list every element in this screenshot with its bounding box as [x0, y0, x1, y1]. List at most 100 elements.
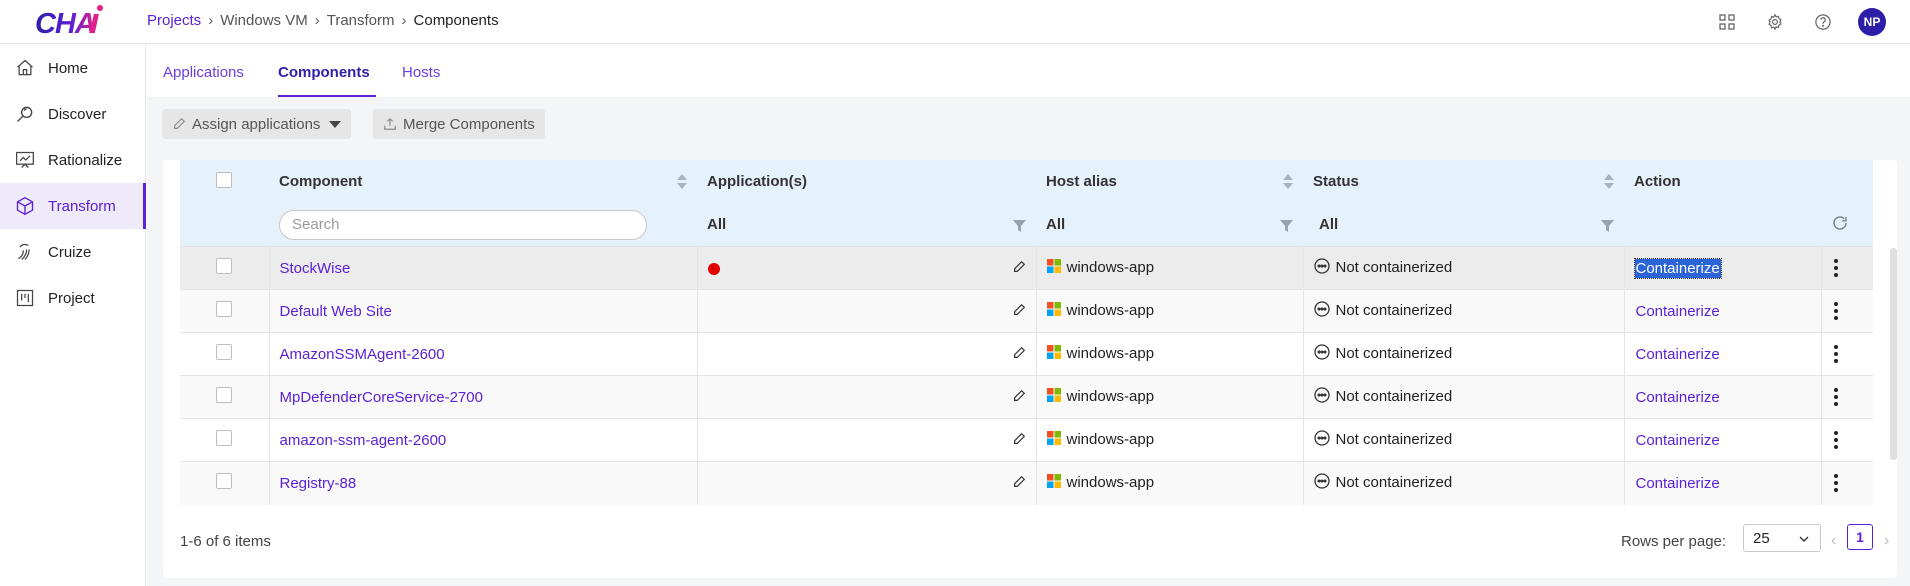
header-status[interactable]: Status [1303, 160, 1624, 203]
transform-icon [14, 195, 36, 217]
containerize-link[interactable]: Containerize [1635, 345, 1721, 364]
refresh-icon[interactable] [1831, 215, 1849, 236]
kebab-menu-icon[interactable] [1833, 302, 1838, 320]
component-cell: MpDefenderCoreService-2700 [269, 375, 698, 419]
table-row[interactable]: Default Web Site windows-app Not container… [180, 289, 1873, 333]
action-cell: Containerize [1624, 332, 1822, 376]
containerize-link[interactable]: Containerize [1635, 302, 1721, 321]
sidebar-item-rationalize[interactable]: Rationalize [0, 137, 145, 183]
table-row[interactable]: Registry-88 windows-app Not containerized C… [180, 461, 1873, 505]
applications-cell [697, 332, 1037, 376]
edit-pencil-icon[interactable] [1012, 346, 1026, 364]
chevron-right-icon: › [208, 12, 214, 29]
status-ellipsis-icon [1313, 430, 1330, 450]
kebab-menu-icon[interactable] [1833, 388, 1838, 406]
caret-down-icon [329, 120, 342, 128]
help-icon[interactable] [1810, 9, 1836, 35]
row-checkbox[interactable] [216, 430, 232, 446]
component-link[interactable]: Registry-88 [280, 475, 357, 492]
edit-pencil-icon[interactable] [1012, 475, 1026, 493]
kebab-menu-icon[interactable] [1833, 259, 1838, 277]
merge-components-button[interactable]: Merge Components [373, 109, 545, 139]
breadcrumb-projects[interactable]: Projects [147, 12, 201, 29]
breadcrumb-project-name[interactable]: Windows VM [220, 12, 308, 29]
sidebar-item-discover[interactable]: Discover [0, 91, 145, 137]
status-cell: Not containerized [1303, 461, 1625, 505]
kebab-menu-icon[interactable] [1833, 345, 1838, 363]
edit-pencil-icon[interactable] [1012, 303, 1026, 321]
breadcrumb-transform[interactable]: Transform [327, 12, 395, 29]
user-avatar[interactable]: NP [1858, 8, 1886, 36]
chai-logo[interactable]: CHA [34, 4, 106, 40]
row-menu-cell [1821, 332, 1873, 376]
containerize-link[interactable]: Containerize [1635, 474, 1721, 493]
sidebar-item-transform[interactable]: Transform [0, 183, 146, 229]
filter-host-alias-value: All [1046, 216, 1066, 233]
host-alias-value: windows-app [1066, 474, 1155, 492]
tab-hosts[interactable]: Hosts [402, 64, 440, 81]
sort-icon[interactable] [1604, 174, 1614, 190]
tab-applications[interactable]: Applications [163, 64, 244, 81]
edit-pencil-icon[interactable] [1012, 260, 1026, 278]
filter-status-cell[interactable]: All [1303, 203, 1624, 246]
containerize-link[interactable]: Containerize [1635, 431, 1721, 450]
next-page-icon[interactable]: › [1884, 532, 1889, 550]
row-checkbox[interactable] [216, 473, 232, 490]
component-cell: StockWise [269, 246, 698, 290]
filter-icon[interactable] [1013, 219, 1026, 236]
filter-host-alias-cell[interactable]: All [1036, 203, 1303, 246]
main-content: Applications Components Hosts Assign app… [147, 45, 1910, 586]
tab-components[interactable]: Components [278, 64, 370, 81]
header-applications-label: Application(s) [707, 173, 807, 190]
apps-grid-icon[interactable] [1714, 9, 1740, 35]
row-checkbox[interactable] [216, 344, 232, 360]
header-component[interactable]: Component [269, 160, 697, 203]
sort-icon[interactable] [677, 174, 687, 190]
component-link[interactable]: StockWise [280, 260, 351, 277]
component-cell: Default Web Site [269, 289, 698, 333]
header-status-label: Status [1313, 173, 1359, 190]
table-row[interactable]: MpDefenderCoreService-2700 windows-app Not… [180, 375, 1873, 419]
rationalize-icon [14, 149, 36, 171]
component-link[interactable]: Default Web Site [280, 303, 392, 320]
component-link[interactable]: amazon-ssm-agent-2600 [280, 432, 447, 449]
component-link[interactable]: AmazonSSMAgent-2600 [280, 346, 445, 363]
containerize-link[interactable]: Containerize [1633, 257, 1722, 279]
table-row[interactable]: AmazonSSMAgent-2600 windows-app Not contai… [180, 332, 1873, 376]
sidebar-item-cruize[interactable]: Cruize [0, 229, 145, 275]
cruize-icon [14, 241, 36, 263]
sidebar-item-project[interactable]: Project [0, 275, 145, 321]
table-row[interactable]: amazon-ssm-agent-2600 windows-app Not cont… [180, 418, 1873, 462]
row-checkbox[interactable] [216, 301, 232, 317]
assign-applications-button[interactable]: Assign applications [162, 109, 352, 139]
edit-pencil-icon[interactable] [1012, 432, 1026, 450]
component-cell: AmazonSSMAgent-2600 [269, 332, 698, 376]
select-all-checkbox[interactable] [216, 171, 232, 188]
top-actions: NP [1714, 8, 1886, 36]
row-select-cell [180, 332, 270, 376]
rows-per-page-select[interactable]: 25 [1743, 524, 1821, 552]
filter-icon[interactable] [1280, 219, 1293, 236]
gear-icon[interactable] [1762, 9, 1788, 35]
kebab-menu-icon[interactable] [1833, 431, 1838, 449]
search-input[interactable] [279, 209, 647, 240]
top-bar: CHA Projects › Windows VM › Transform › … [0, 0, 1910, 44]
prev-page-icon[interactable]: ‹ [1831, 532, 1836, 550]
merge-components-label: Merge Components [403, 115, 535, 133]
filter-icon[interactable] [1601, 219, 1614, 236]
edit-pencil-icon[interactable] [1012, 389, 1026, 407]
host-alias-cell: windows-app [1036, 375, 1304, 419]
containerize-link[interactable]: Containerize [1635, 388, 1721, 407]
row-checkbox[interactable] [216, 387, 232, 403]
status-value: Not containerized [1335, 258, 1453, 276]
table-row[interactable]: StockWise windows-app Not containerized Con… [180, 246, 1873, 290]
header-host-alias[interactable]: Host alias [1036, 160, 1303, 203]
row-checkbox[interactable] [216, 258, 232, 274]
filter-applications-cell[interactable]: All [697, 203, 1036, 246]
kebab-menu-icon[interactable] [1833, 474, 1838, 493]
page-number-button[interactable]: 1 [1847, 524, 1873, 550]
table-scrollbar[interactable] [1890, 248, 1897, 460]
sort-icon[interactable] [1283, 174, 1293, 190]
component-link[interactable]: MpDefenderCoreService-2700 [280, 389, 483, 406]
sidebar-item-home[interactable]: Home [0, 45, 145, 91]
